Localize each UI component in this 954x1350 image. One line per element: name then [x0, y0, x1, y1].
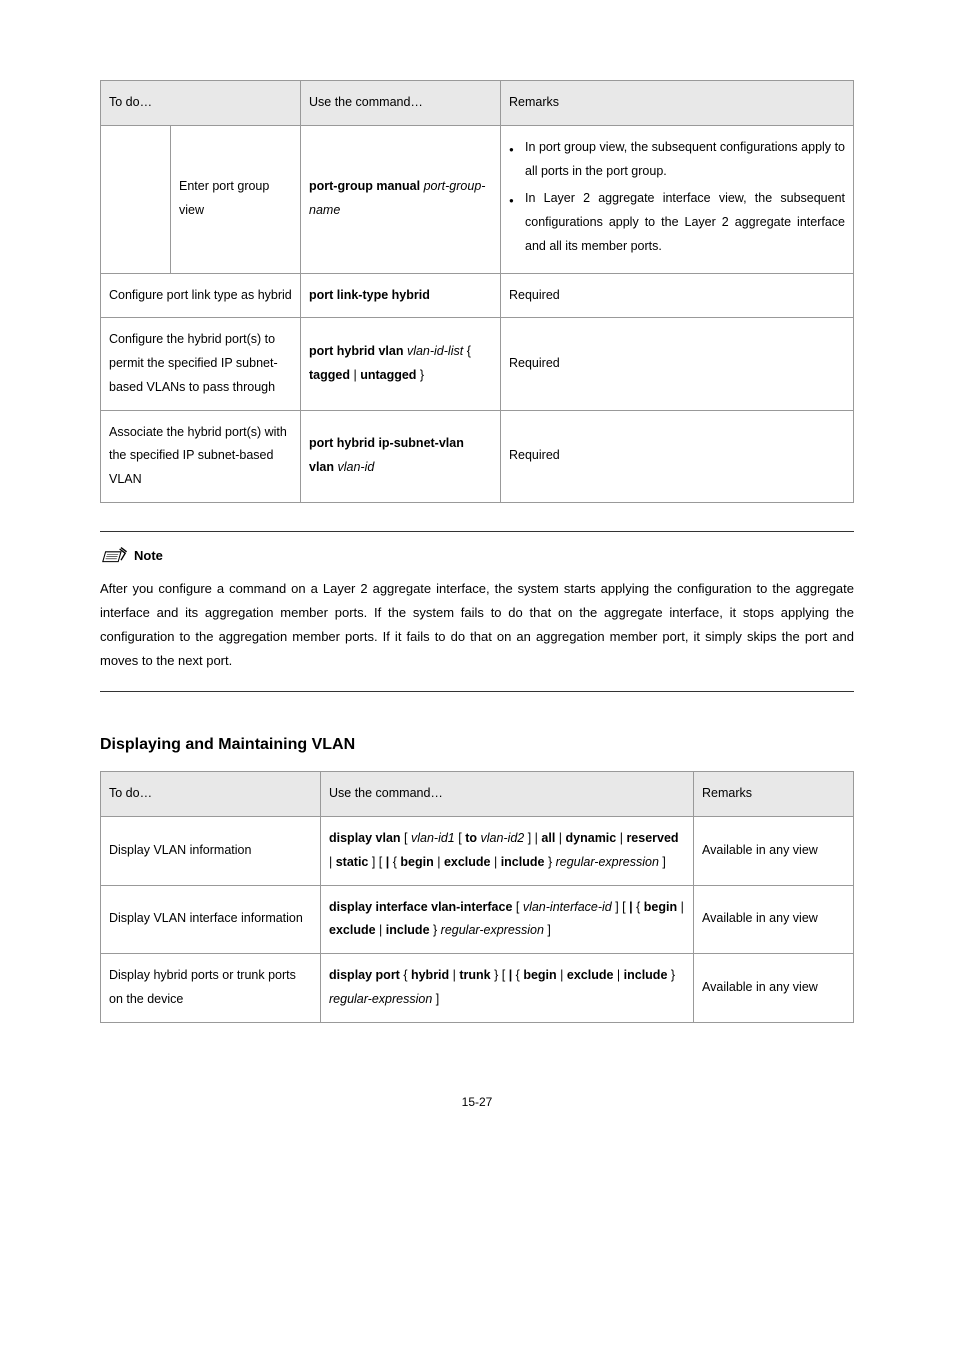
- cmd-keyword: port hybrid ip-subnet-vlan vlan: [309, 436, 464, 474]
- row4-cmd: port hybrid ip-subnet-vlan vlan vlan-id: [301, 410, 501, 502]
- note-label: Note: [134, 546, 163, 567]
- row3-cmd: port hybrid vlan vlan-id-list { tagged |…: [301, 318, 501, 410]
- cmd-pipe: |: [350, 368, 360, 382]
- note-block: Note After you configure a command on a …: [100, 531, 854, 692]
- remarks-item: In port group view, the subsequent confi…: [509, 136, 845, 184]
- note-text: After you configure a command on a Layer…: [100, 577, 854, 673]
- table-row: Display VLAN interface information displ…: [101, 885, 854, 954]
- cmd-keyword: port link-type hybrid: [309, 288, 430, 302]
- note-header: Note: [100, 546, 854, 567]
- col-todo: To do…: [101, 81, 301, 126]
- section-heading: Displaying and Maintaining VLAN: [100, 732, 854, 758]
- t2-row1-cmd: display vlan [ vlan-id1 [ to vlan-id2 ] …: [321, 817, 694, 886]
- table-header-row: To do… Use the command… Remarks: [101, 81, 854, 126]
- t2-row2-remarks: Available in any view: [694, 885, 854, 954]
- row4-col1: Associate the hybrid port(s) with the sp…: [101, 410, 301, 502]
- t2-row3-remarks: Available in any view: [694, 954, 854, 1023]
- display-table: To do… Use the command… Remarks Display …: [100, 771, 854, 1022]
- row1-col1b: Enter port group view: [171, 125, 301, 273]
- row2-col1: Configure port link type as hybrid: [101, 273, 301, 318]
- row4-remarks: Required: [501, 410, 854, 502]
- col-cmd: Use the command…: [321, 772, 694, 817]
- cmd-keyword: untagged: [360, 368, 416, 382]
- t2-row3-cmd: display port { hybrid | trunk } [ | { be…: [321, 954, 694, 1023]
- cmd-brace: {: [467, 344, 471, 358]
- cmd-arg: vlan-id-list: [407, 344, 463, 358]
- row1-cmd: port-group manual port-group-name: [301, 125, 501, 273]
- t2-row1-remarks: Available in any view: [694, 817, 854, 886]
- remarks-list: In port group view, the subsequent confi…: [509, 136, 845, 259]
- t2-row3-col1: Display hybrid ports or trunk ports on t…: [101, 954, 321, 1023]
- table-row: Configure the hybrid port(s) to permit t…: [101, 318, 854, 410]
- row1-col1a: [101, 125, 171, 273]
- table-row: Display hybrid ports or trunk ports on t…: [101, 954, 854, 1023]
- table-row: Enter port group view port-group manual …: [101, 125, 854, 273]
- cmd-keyword: port-group manual: [309, 179, 420, 193]
- remarks-item: In Layer 2 aggregate interface view, the…: [509, 187, 845, 258]
- row2-remarks: Required: [501, 273, 854, 318]
- row3-remarks: Required: [501, 318, 854, 410]
- page-number: 15-27: [100, 1093, 854, 1112]
- cmd-keyword: port hybrid vlan: [309, 344, 403, 358]
- col-remarks: Remarks: [694, 772, 854, 817]
- table-row: Display VLAN information display vlan [ …: [101, 817, 854, 886]
- note-icon: [100, 546, 128, 566]
- row3-col1: Configure the hybrid port(s) to permit t…: [101, 318, 301, 410]
- col-remarks: Remarks: [501, 81, 854, 126]
- row2-cmd: port link-type hybrid: [301, 273, 501, 318]
- t2-row2-cmd: display interface vlan-interface [ vlan-…: [321, 885, 694, 954]
- t2-row1-col1: Display VLAN information: [101, 817, 321, 886]
- config-table: To do… Use the command… Remarks Enter po…: [100, 80, 854, 503]
- table-header-row: To do… Use the command… Remarks: [101, 772, 854, 817]
- t2-row2-col1: Display VLAN interface information: [101, 885, 321, 954]
- col-cmd: Use the command…: [301, 81, 501, 126]
- col-todo: To do…: [101, 772, 321, 817]
- table-row: Associate the hybrid port(s) with the sp…: [101, 410, 854, 502]
- cmd-keyword: tagged: [309, 368, 350, 382]
- row1-remarks: In port group view, the subsequent confi…: [501, 125, 854, 273]
- cmd-arg: vlan-id: [338, 460, 375, 474]
- table-row: Configure port link type as hybrid port …: [101, 273, 854, 318]
- cmd-brace: }: [416, 368, 424, 382]
